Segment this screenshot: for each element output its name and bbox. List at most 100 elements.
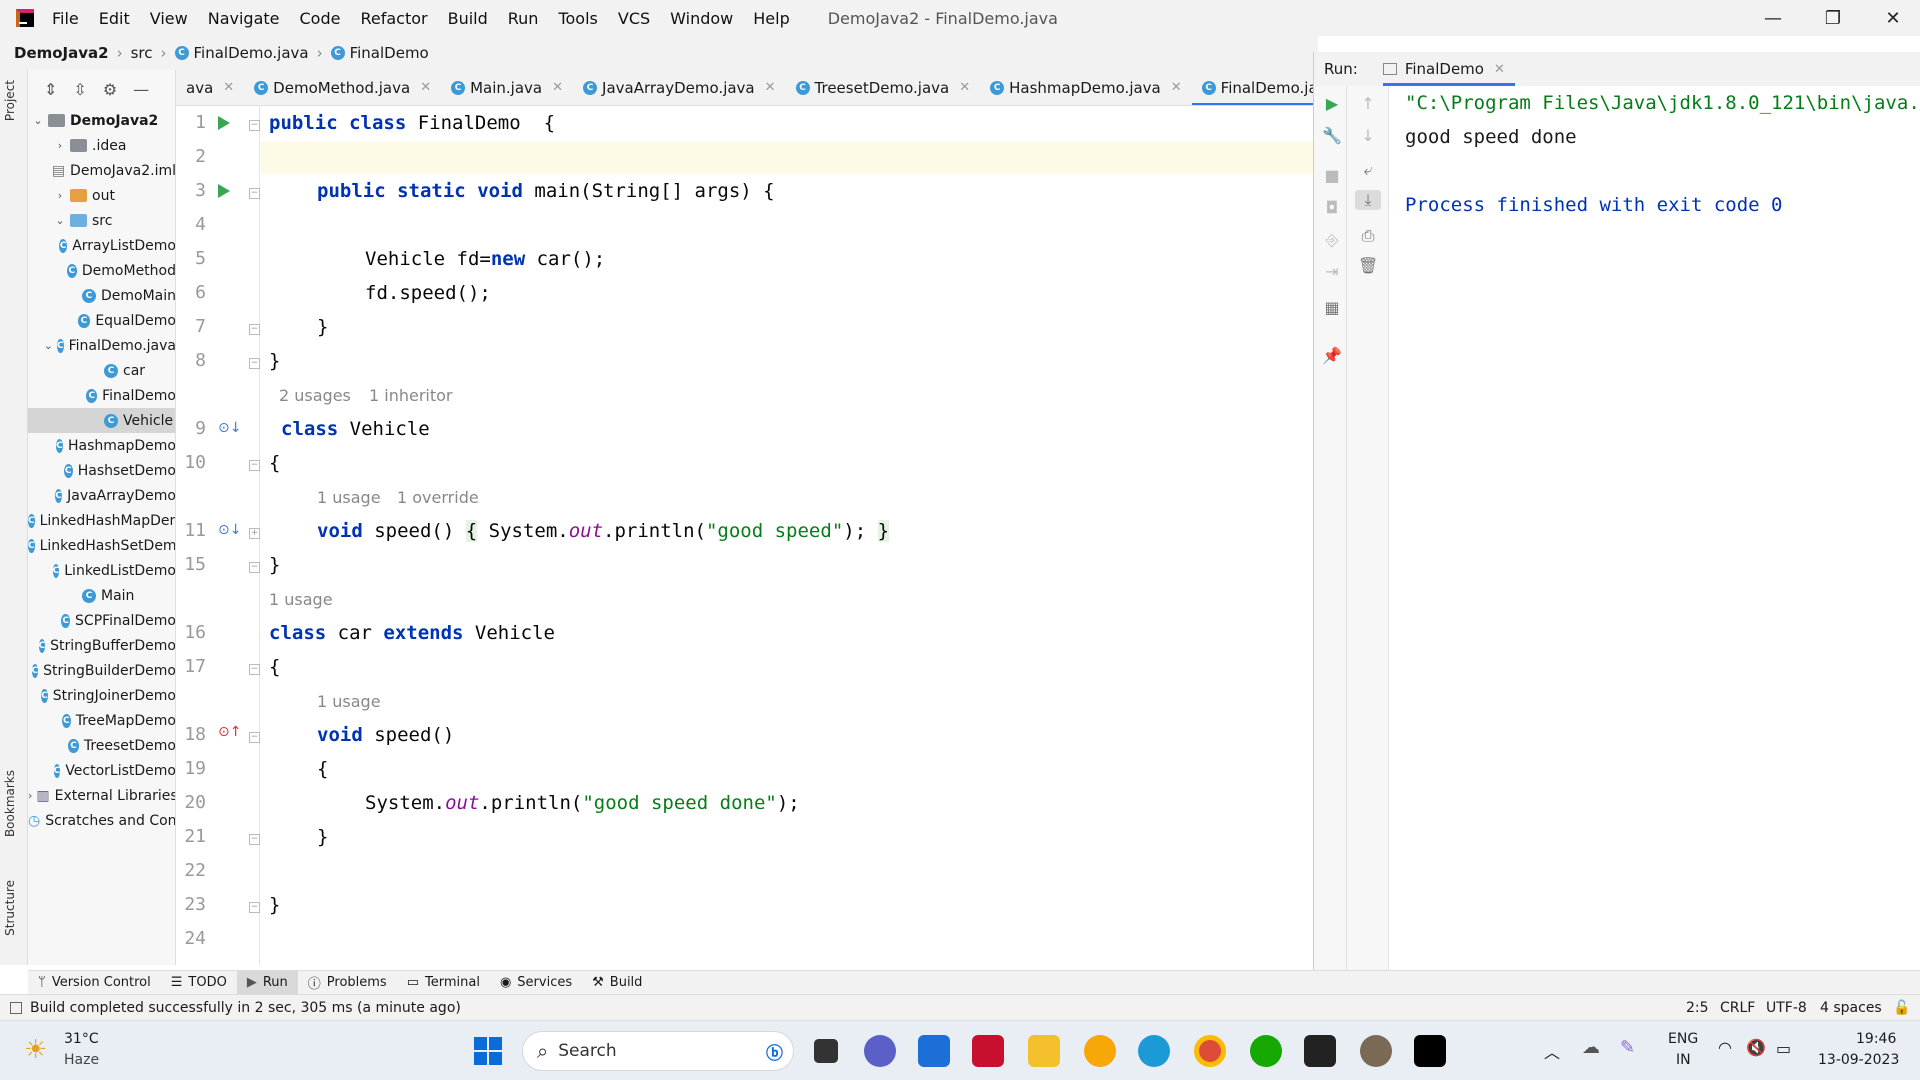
wifi-icon[interactable]: ◠	[1718, 1038, 1732, 1057]
chevron-right-icon[interactable]: ›	[28, 789, 32, 802]
upwork-icon[interactable]	[1250, 1035, 1282, 1067]
usages-hint[interactable]: 1 usage	[317, 488, 381, 507]
intellij-logo-icon[interactable]	[16, 9, 34, 27]
weather-temp[interactable]: 31°C	[64, 1031, 99, 1047]
tree-item[interactable]: C HashmapDemo	[28, 433, 175, 458]
task-view-icon[interactable]	[814, 1039, 838, 1063]
fold-marker-icon[interactable]: +	[249, 528, 260, 539]
close-button[interactable]: ✕	[1866, 0, 1920, 36]
status-toggle-icon[interactable]	[10, 1001, 22, 1014]
tree-item[interactable]: C TreesetDemo	[28, 733, 175, 758]
terminal-app-icon[interactable]	[1304, 1035, 1336, 1067]
fold-marker-icon[interactable]: −	[249, 324, 260, 335]
breadcrumb-class[interactable]: C FinalDemo	[330, 44, 429, 62]
usages-hint[interactable]: 1 usage	[317, 692, 381, 711]
restore-button[interactable]: ❐	[1806, 0, 1860, 36]
mcafee-icon[interactable]	[972, 1035, 1004, 1067]
clock-time[interactable]: 19:46	[1856, 1031, 1896, 1047]
chevron-right-icon[interactable]: ›	[54, 189, 66, 202]
tree-item[interactable]: Ccar	[28, 358, 175, 383]
implemented-down-icon[interactable]: ⊙↓	[218, 420, 241, 436]
settings-app-icon[interactable]	[1360, 1035, 1392, 1067]
close-tab-icon[interactable]: ✕	[959, 80, 970, 95]
trash-icon[interactable]: 🗑	[1358, 256, 1378, 275]
layout-icon[interactable]: ▦	[1322, 298, 1342, 317]
close-tab-icon[interactable]: ✕	[1171, 80, 1182, 95]
store-icon[interactable]	[918, 1035, 950, 1067]
tree-item[interactable]: ⌄ C FinalDemo.java	[28, 333, 175, 358]
breadcrumb-project[interactable]: DemoJava2	[14, 44, 109, 62]
version-control-tab[interactable]: ᛘ Version Control	[28, 971, 161, 995]
menu-code[interactable]: Code	[300, 9, 341, 28]
breadcrumb-folder[interactable]: src	[131, 44, 153, 62]
fold-marker-icon[interactable]: −	[249, 834, 260, 845]
tree-item[interactable]: C StringJoinerDemo	[28, 683, 175, 708]
close-tab-icon[interactable]: ✕	[223, 80, 234, 95]
copilot-icon[interactable]	[1084, 1035, 1116, 1067]
expand-all-icon[interactable]: ⇕	[44, 80, 57, 99]
hide-icon[interactable]: —	[133, 80, 149, 99]
tree-item[interactable]: › ▥ External Libraries	[28, 783, 175, 808]
close-tab-icon[interactable]: ✕	[1494, 62, 1505, 77]
editor-tab[interactable]: C HashmapDemo.java ✕	[980, 70, 1192, 105]
tree-item[interactable]: C Vehicle	[28, 408, 175, 433]
status-message[interactable]: Build completed successfully in 2 sec, 3…	[30, 1000, 461, 1016]
teams-icon[interactable]	[864, 1035, 896, 1067]
tree-item[interactable]: C FinalDemo	[28, 383, 175, 408]
run-class-icon[interactable]	[218, 116, 230, 130]
project-tool-tab[interactable]: Project	[3, 80, 17, 121]
structure-tool-tab[interactable]: Structure	[3, 880, 17, 936]
intellij-app-icon[interactable]	[1414, 1035, 1446, 1067]
pen-icon[interactable]: ✎	[1620, 1037, 1635, 1058]
build-tab[interactable]: ⚒ Build	[582, 971, 652, 995]
tree-item[interactable]: C DemoMethod	[28, 258, 175, 283]
menu-tools[interactable]: Tools	[558, 9, 597, 28]
fold-marker-icon[interactable]: −	[249, 188, 260, 199]
breadcrumb-file[interactable]: C FinalDemo.java	[174, 44, 309, 62]
tree-item[interactable]: › out	[28, 183, 175, 208]
tree-item[interactable]: ▤ DemoJava2.iml	[28, 158, 175, 183]
gear-icon[interactable]: ⚙	[103, 80, 117, 99]
fold-marker-icon[interactable]: −	[249, 732, 260, 743]
usages-hint[interactable]: 2 usages	[279, 386, 351, 405]
tree-item[interactable]: ⌄ src	[28, 208, 175, 233]
overridden-down-icon[interactable]: ⊙↓	[218, 522, 241, 538]
show-hidden-icons-icon[interactable]: ︿	[1544, 1039, 1560, 1063]
file-explorer-icon[interactable]	[1028, 1035, 1060, 1067]
menu-help[interactable]: Help	[753, 9, 789, 28]
exit-icon[interactable]: ⎆	[1322, 230, 1342, 250]
tree-item[interactable]: C EqualDemo	[28, 308, 175, 333]
onedrive-icon[interactable]: ☁	[1582, 1037, 1600, 1058]
language-indicator[interactable]: ENG	[1668, 1031, 1698, 1047]
print-icon[interactable]: ⎙	[1358, 226, 1378, 246]
down-arrow-icon[interactable]: ↓	[1358, 126, 1378, 145]
run-tool-tab[interactable]: ▶ Run	[236, 970, 298, 995]
edge-icon[interactable]	[1138, 1035, 1170, 1067]
editor-tab[interactable]: CFinalDemo.java✕	[1191, 70, 1318, 105]
clock-date[interactable]: 13-09-2023	[1818, 1052, 1899, 1068]
tree-item[interactable]: C LinkedHashMapDemo	[28, 508, 175, 533]
line-separator[interactable]: CRLF	[1720, 1000, 1755, 1016]
weather-icon[interactable]: ☀	[24, 1035, 47, 1065]
lock-icon[interactable]: 🔓	[1893, 1000, 1910, 1016]
tree-item[interactable]: › .idea	[28, 133, 175, 158]
fold-marker-icon[interactable]: −	[249, 120, 260, 131]
tree-item[interactable]: C StringBuilderDemo	[28, 658, 175, 683]
chevron-right-icon[interactable]: ›	[54, 139, 66, 152]
fold-marker-icon[interactable]: −	[249, 460, 260, 471]
chrome-icon[interactable]	[1194, 1035, 1226, 1067]
battery-icon[interactable]: ▭	[1776, 1039, 1791, 1058]
services-tab[interactable]: ◉ Services	[490, 971, 582, 995]
chevron-down-icon[interactable]: ⌄	[32, 114, 44, 127]
fold-marker-icon[interactable]: −	[249, 902, 260, 913]
menu-view[interactable]: View	[150, 9, 188, 28]
code-editor[interactable]: public class FinalDemo { public static v…	[261, 106, 1318, 965]
tree-item[interactable]: C ArrayListDemo	[28, 233, 175, 258]
stop-icon[interactable]: ■	[1322, 166, 1342, 185]
pin-icon[interactable]: 📌	[1322, 346, 1342, 365]
tree-item[interactable]: ◷Scratches and Consoles	[28, 808, 175, 833]
inheritors-hint[interactable]: 1 inheritor	[369, 386, 453, 405]
taskbar-search[interactable]: ⌕ Search ⓑ	[522, 1031, 794, 1071]
minimize-button[interactable]: —	[1746, 0, 1800, 36]
editor-tab[interactable]: C TreesetDemo.java ✕	[786, 70, 981, 105]
